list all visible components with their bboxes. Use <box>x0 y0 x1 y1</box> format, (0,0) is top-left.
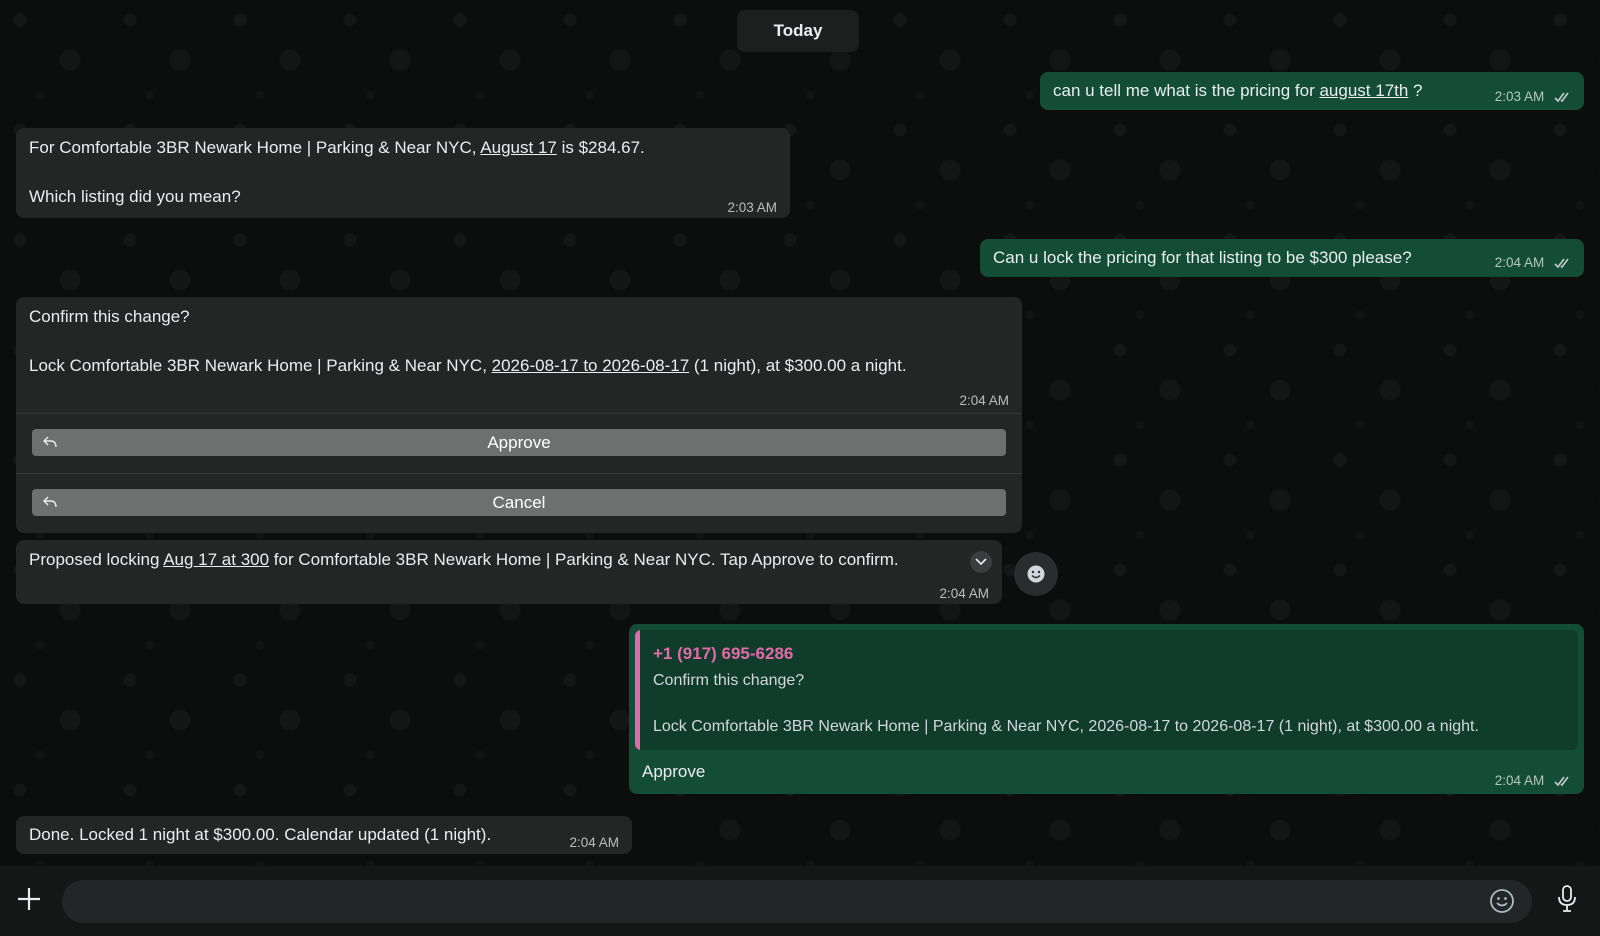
outgoing-message[interactable]: Can u lock the pricing for that listing … <box>980 239 1584 277</box>
incoming-message[interactable]: Proposed locking Aug 17 at 300 for Comfo… <box>16 540 1002 604</box>
double-check-icon <box>1554 92 1569 103</box>
approve-button[interactable]: Approve <box>32 429 1006 456</box>
incoming-confirmation-message[interactable]: Confirm this change? Lock Comfortable 3B… <box>16 297 1022 533</box>
emoji-icon[interactable] <box>1489 888 1515 914</box>
approve-row: Approve <box>16 413 1022 474</box>
message-text-part: For Comfortable 3BR Newark Home | Parkin… <box>29 138 481 157</box>
message-time: 2:04 AM <box>959 393 1009 408</box>
message-menu-button[interactable] <box>970 551 992 573</box>
message-time: 2:03 AM <box>1494 89 1545 104</box>
message-text: Confirm this change? <box>29 307 190 326</box>
message-text: Proposed locking Aug 17 at 300 for Comfo… <box>29 549 964 571</box>
chevron-down-icon <box>975 558 987 566</box>
plus-icon[interactable] <box>15 885 43 913</box>
message-text-part: ? <box>1408 81 1423 100</box>
quote-text: Lock Comfortable 3BR Newark Home | Parki… <box>653 718 1479 735</box>
message-text: can u tell me what is the pricing for au… <box>1053 80 1423 102</box>
outgoing-message[interactable]: can u tell me what is the pricing for au… <box>1040 72 1584 110</box>
cancel-button[interactable]: Cancel <box>32 489 1006 516</box>
reaction-button[interactable] <box>1014 552 1058 596</box>
outgoing-reply-message[interactable]: +1 (917) 695-6286 Confirm this change? L… <box>629 624 1584 794</box>
message-meta: 2:04 AM <box>1495 252 1572 274</box>
quoted-message[interactable]: +1 (917) 695-6286 Confirm this change? L… <box>635 630 1578 750</box>
message-time: 2:03 AM <box>727 200 777 215</box>
double-check-icon <box>1554 776 1569 787</box>
reply-icon <box>43 496 57 508</box>
message-meta: 2:04 AM <box>1495 770 1572 792</box>
incoming-message[interactable]: For Comfortable 3BR Newark Home | Parkin… <box>16 128 790 218</box>
message-time: 2:04 AM <box>569 835 619 850</box>
message-text: Can u lock the pricing for that listing … <box>993 248 1412 267</box>
message-text-part: Lock Comfortable 3BR Newark Home | Parki… <box>29 356 492 375</box>
message-input[interactable] <box>62 880 1532 923</box>
date-link[interactable]: August 17 <box>480 138 557 157</box>
message-time: 2:04 AM <box>1494 773 1545 788</box>
reply-icon <box>43 436 57 448</box>
date-link[interactable]: august 17th <box>1319 81 1408 100</box>
quote-accent-bar <box>635 630 640 750</box>
microphone-icon[interactable] <box>1556 884 1578 914</box>
cancel-row: Cancel <box>16 473 1022 534</box>
message-text: Which listing did you mean? <box>29 187 241 206</box>
message-text-part: is $284.67. <box>556 138 645 157</box>
message-time: 2:04 AM <box>1494 255 1545 270</box>
quote-author: +1 (917) 695-6286 <box>653 644 794 663</box>
message-text-part: can u tell me what is the pricing for <box>1053 81 1320 100</box>
message-text: Done. Locked 1 night at $300.00. Calenda… <box>29 825 492 844</box>
incoming-message[interactable]: Done. Locked 1 night at $300.00. Calenda… <box>16 816 632 854</box>
message-text-part: for Comfortable 3BR Newark Home | Parkin… <box>269 550 899 569</box>
reaction-emoji-icon <box>1027 565 1045 583</box>
message-text-part: (1 night), at $300.00 a night. <box>689 356 907 375</box>
date-range-link[interactable]: 2026-08-17 to 2026-08-17 <box>492 356 690 375</box>
message-text: Lock Comfortable 3BR Newark Home | Parki… <box>29 355 907 377</box>
message-text: Approve <box>642 762 706 781</box>
message-time: 2:04 AM <box>939 586 989 601</box>
quote-text: Confirm this change? <box>653 672 805 689</box>
double-check-icon <box>1554 258 1569 269</box>
approve-label: Approve <box>487 432 551 452</box>
message-text-part: Proposed locking <box>29 550 164 569</box>
date-separator: Today <box>737 10 859 52</box>
message-meta: 2:03 AM <box>1495 86 1572 108</box>
date-link[interactable]: Aug 17 at 300 <box>163 550 269 569</box>
cancel-label: Cancel <box>492 492 546 512</box>
message-text: For Comfortable 3BR Newark Home | Parkin… <box>29 137 645 159</box>
